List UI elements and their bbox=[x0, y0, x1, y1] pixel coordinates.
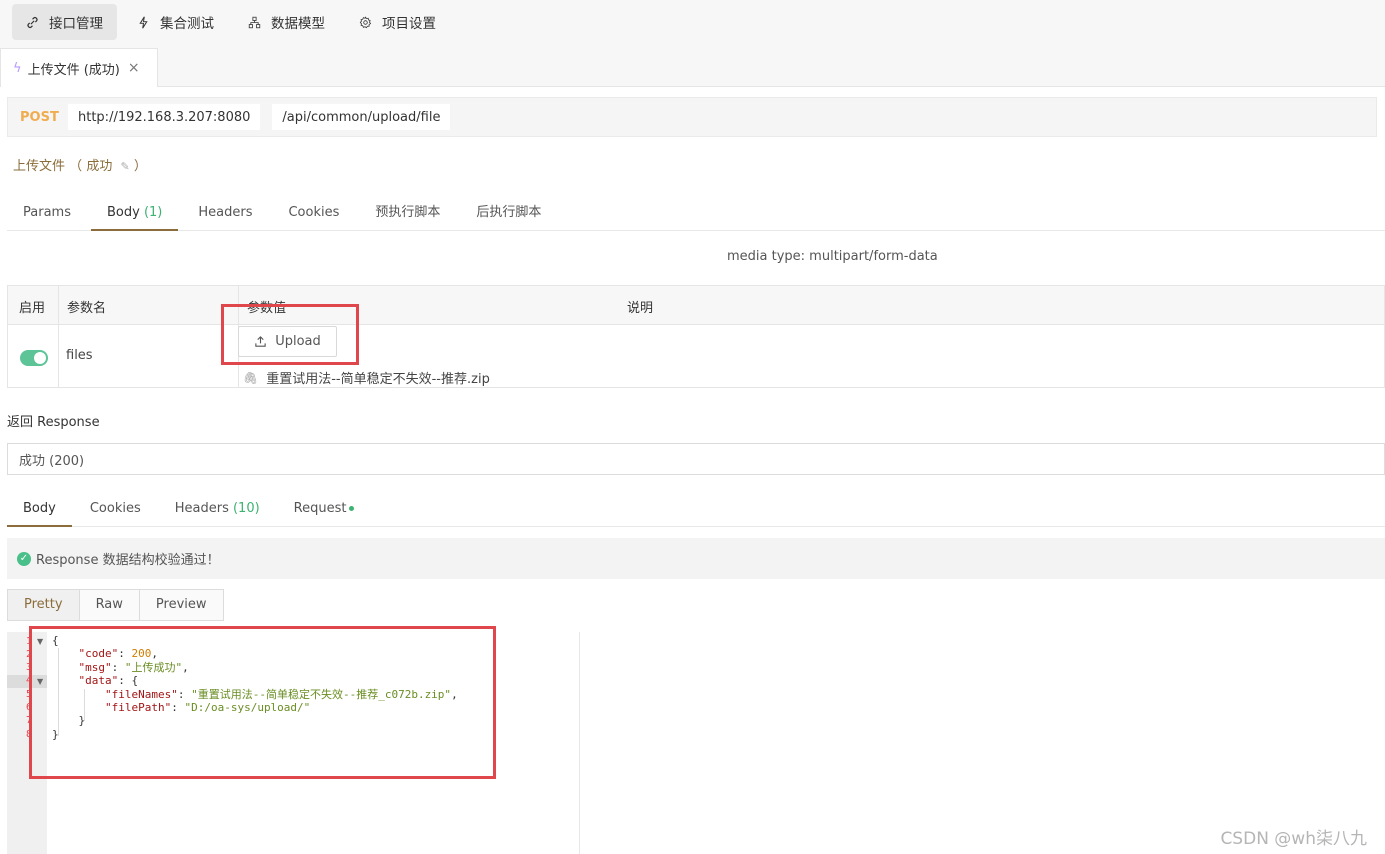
nav-api-management[interactable]: 接口管理 bbox=[12, 4, 117, 40]
resp-tab-headers[interactable]: Headers (10) bbox=[159, 492, 276, 527]
code-divider bbox=[579, 632, 580, 854]
status-dot bbox=[349, 506, 355, 511]
media-type: media type: multipart/form-data bbox=[727, 249, 938, 264]
file-name[interactable]: 重置试用法--简单稳定不失效--推荐.zip bbox=[266, 368, 490, 387]
tab-label: Body bbox=[106, 205, 140, 220]
api-subtitle: 上传文件 （ 成功 ✎ ） bbox=[13, 155, 147, 174]
paren-open: （ bbox=[69, 159, 83, 174]
paperclip-icon: 🖇 bbox=[243, 370, 259, 385]
path-field[interactable]: /api/common/upload/file bbox=[272, 104, 451, 130]
response-label: 返回 Response bbox=[7, 415, 100, 430]
doc-tab-upload-file[interactable]: ϟ 上传文件 (成功) × bbox=[0, 48, 158, 87]
tab-label: 预执行脚本 bbox=[375, 205, 441, 220]
url-bar: POST http://192.168.3.207:8080 /api/comm… bbox=[7, 97, 1377, 137]
resp-tab-cookies[interactable]: Cookies bbox=[74, 492, 157, 527]
tab-label: Cookies bbox=[89, 501, 141, 516]
check-circle-icon: ✓ bbox=[17, 551, 31, 566]
uploaded-file: 🖇 重置试用法--简单稳定不失效--推荐.zip bbox=[243, 368, 490, 388]
link-icon bbox=[27, 16, 38, 28]
tab-post-script[interactable]: 后执行脚本 bbox=[460, 196, 557, 231]
paren-close: ） bbox=[133, 159, 147, 174]
api-status: 成功 bbox=[86, 159, 113, 174]
request-tabs: Params Body (1) Headers Cookies 预执行脚本 后执… bbox=[7, 196, 1385, 231]
view-tabs: Pretty Raw Preview bbox=[7, 589, 224, 621]
watermark: CSDN @wh柒八九 bbox=[1220, 829, 1367, 849]
resp-tab-request[interactable]: Request bbox=[278, 492, 371, 527]
annotation-box-code bbox=[29, 626, 496, 779]
edit-icon[interactable]: ✎ bbox=[120, 160, 129, 173]
tab-label: 后执行脚本 bbox=[476, 205, 542, 220]
http-method[interactable]: POST bbox=[20, 110, 68, 125]
annotation-box-upload bbox=[221, 304, 359, 365]
bolt-icon: ϟ bbox=[13, 60, 22, 76]
tab-label: Params bbox=[23, 205, 71, 220]
nav-label: 数据模型 bbox=[271, 16, 325, 32]
verify-message: Response 数据结构校验通过！ bbox=[36, 553, 220, 568]
params-table: 启用 参数名 参数值 说明 files bbox=[7, 285, 1385, 388]
nav-label: 集合测试 bbox=[160, 16, 214, 32]
tab-label: Headers bbox=[174, 501, 229, 516]
tab-label: Headers bbox=[198, 205, 253, 220]
doc-tab-label: 上传文件 (成功) bbox=[27, 62, 120, 78]
gear-icon bbox=[359, 15, 372, 28]
header-enabled: 启用 bbox=[19, 301, 46, 316]
tab-count: (1) bbox=[143, 205, 163, 220]
api-name: 上传文件 bbox=[13, 159, 66, 174]
tab-pre-script[interactable]: 预执行脚本 bbox=[359, 196, 456, 231]
view-tab-preview[interactable]: Preview bbox=[139, 590, 223, 620]
response-tabs: Body Cookies Headers (10) Request bbox=[7, 492, 1385, 527]
model-icon bbox=[248, 16, 261, 28]
view-tab-pretty[interactable]: Pretty bbox=[8, 590, 80, 620]
bolt-icon bbox=[139, 16, 148, 28]
host-field[interactable]: http://192.168.3.207:8080 bbox=[68, 104, 261, 130]
verify-banner: ✓ Response 数据结构校验通过！ bbox=[7, 538, 1385, 579]
tab-body[interactable]: Body (1) bbox=[90, 196, 179, 231]
tab-strip: ϟ 上传文件 (成功) × bbox=[0, 44, 1385, 87]
nav-data-model[interactable]: 数据模型 bbox=[234, 4, 339, 40]
enable-toggle[interactable] bbox=[20, 350, 48, 366]
close-icon[interactable]: × bbox=[128, 60, 140, 76]
tab-label: Cookies bbox=[288, 205, 340, 220]
nav-collection-test[interactable]: 集合测试 bbox=[123, 4, 228, 40]
tab-headers[interactable]: Headers bbox=[182, 196, 268, 231]
nav-label: 接口管理 bbox=[49, 16, 103, 32]
response-status-select[interactable]: 成功 (200) bbox=[7, 443, 1385, 475]
resp-tab-body[interactable]: Body bbox=[7, 492, 72, 527]
tab-label: Request bbox=[293, 501, 347, 516]
tab-count: (10) bbox=[232, 501, 260, 516]
tab-cookies[interactable]: Cookies bbox=[272, 196, 355, 231]
nav-project-settings[interactable]: 项目设置 bbox=[345, 4, 450, 40]
view-tab-raw[interactable]: Raw bbox=[79, 590, 140, 620]
nav-label: 项目设置 bbox=[382, 16, 436, 32]
param-name: files bbox=[66, 348, 93, 363]
header-name: 参数名 bbox=[67, 301, 107, 316]
tab-label: Body bbox=[23, 501, 56, 516]
header-description: 说明 bbox=[627, 301, 654, 316]
top-nav: 接口管理 集合测试 数据模型 项目设置 bbox=[0, 0, 1385, 44]
tab-params[interactable]: Params bbox=[7, 196, 87, 231]
